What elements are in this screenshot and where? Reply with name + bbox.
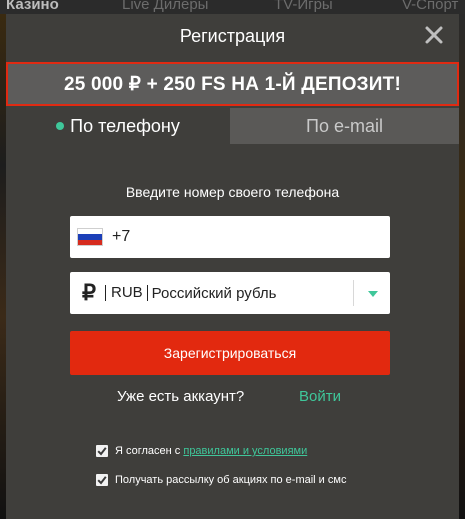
newsletter-checkbox-row: Получать рассылку об акциях по e-mail и … [96,473,355,487]
registration-tabs: По телефону По e-mail [6,108,459,144]
terms-checkbox[interactable] [96,445,108,457]
currency-select[interactable]: ₽ RUB Российский рубль [70,272,390,314]
russia-flag-icon[interactable] [77,228,103,246]
newsletter-checkbox[interactable] [96,474,108,486]
tab-by-email[interactable]: По e-mail [230,108,459,144]
phone-prompt: Введите номер своего телефона [125,184,340,200]
checkmark-icon [97,447,107,456]
nav-item-v-sport: V-Спорт [402,0,459,13]
close-icon[interactable] [423,24,445,46]
select-divider [353,280,354,306]
registration-form: Введите номер своего телефона +7 ₽ RUB Р… [6,144,459,519]
background-right-strip [459,14,465,519]
phone-country-code: +7 [112,228,131,245]
chevron-down-icon[interactable] [366,287,380,299]
currency-name: Российский рубль [151,284,277,302]
promo-text: 25 000 ₽ + 250 FS НА 1-Й ДЕПОЗИТ! [64,73,401,95]
terms-link[interactable]: правилами и условиями [183,445,307,457]
terms-checkbox-row: Я согласен с правилами и условиями [96,444,355,458]
terms-label: Я согласен с правилами и условиями [115,444,355,458]
register-button[interactable]: Зарегистрироваться [70,331,390,375]
login-link[interactable]: Войти [299,388,341,405]
account-question: Уже есть аккаунт? [117,388,245,405]
active-tab-indicator-icon [56,122,65,130]
currency-code: RUB [105,285,148,301]
nav-item-casino: Казино [6,0,59,13]
newsletter-label: Получать рассылку об акциях по e-mail и … [115,474,347,486]
modal-title: Регистрация [179,26,286,46]
tab-by-email-label: По e-mail [306,115,383,136]
background-nav: Казино Live Дилеры TV-Игры V-Спорт [0,0,465,14]
promo-banner: 25 000 ₽ + 250 FS НА 1-Й ДЕПОЗИТ! [6,62,459,106]
nav-item-tv-games: TV-Игры [274,0,333,13]
tab-by-phone-label: По телефону [70,115,180,136]
nav-item-live-dealers: Live Дилеры [122,0,209,13]
ruble-icon: ₽ [82,280,96,305]
checkmark-icon [97,476,107,485]
terms-label-prefix: Я согласен с [115,445,184,457]
login-row: Уже есть аккаунт? Войти [6,388,459,408]
phone-input[interactable]: +7 [70,216,390,258]
tab-by-phone[interactable]: По телефону [6,108,230,144]
registration-modal: Регистрация 25 000 ₽ + 250 FS НА 1-Й ДЕП… [6,14,459,519]
